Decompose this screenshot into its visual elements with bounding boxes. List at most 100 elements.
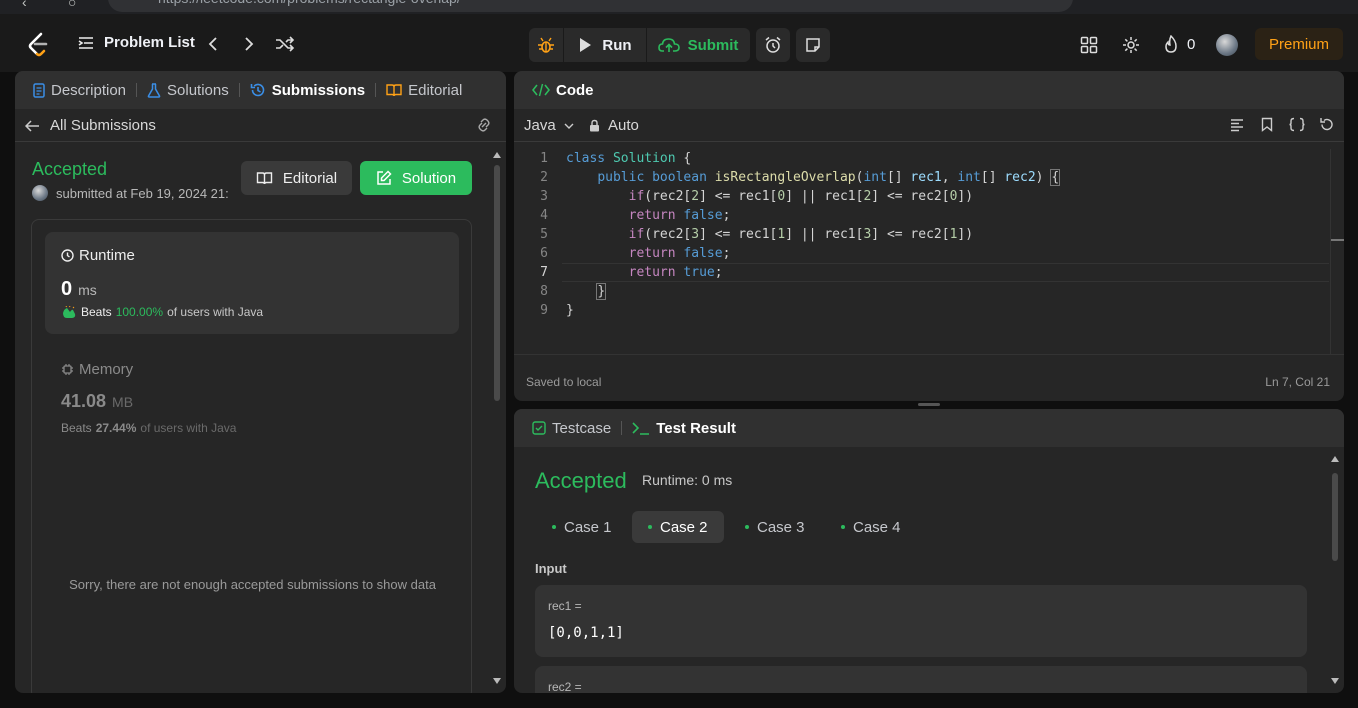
test-scroll-thumb[interactable] (1332, 473, 1338, 561)
bug-icon (538, 37, 554, 53)
bookmark-icon[interactable] (1261, 117, 1273, 132)
tab-test-result[interactable]: Test Result (626, 420, 742, 437)
streak-counter[interactable]: 0 (1163, 35, 1195, 54)
timer-button[interactable] (756, 28, 790, 62)
case-label: Case 4 (853, 518, 901, 536)
scroll-up-icon[interactable] (492, 151, 502, 159)
problem-list-link[interactable]: Problem List (78, 34, 195, 51)
memory-header: Memory (61, 361, 133, 378)
arrow-left-icon (25, 119, 39, 132)
scroll-down-icon[interactable] (1330, 677, 1340, 685)
line-number: 4 (540, 208, 548, 223)
scroll-up-icon[interactable] (1330, 455, 1340, 463)
user-avatar[interactable] (1216, 34, 1238, 56)
shuffle-icon[interactable] (275, 36, 295, 52)
memory-card[interactable]: Memory 41.08 MB Beats 27.44% of users wi… (45, 346, 459, 446)
case-tab-1[interactable]: Case 1 (536, 511, 628, 543)
document-icon (33, 82, 45, 98)
tab-solutions[interactable]: Solutions (141, 82, 235, 99)
all-submissions-label: All Submissions (50, 117, 156, 134)
case-label: Case 1 (564, 518, 612, 536)
format-icon[interactable] (1230, 118, 1244, 132)
leetcode-logo-icon[interactable] (26, 32, 50, 58)
tab-submissions[interactable]: Submissions (244, 82, 371, 99)
auto-mode-label: Auto (608, 117, 639, 134)
all-submissions-link[interactable]: All Submissions (25, 117, 156, 134)
code-line: if(rec2[3] <= rec1[1] || rec1[3] <= rec2… (628, 227, 974, 242)
case-tab-2[interactable]: Case 2 (632, 511, 724, 543)
case-label: Case 2 (660, 518, 708, 536)
left-scrollbar[interactable] (492, 151, 502, 686)
test-panel: Testcase Test Result Accepted Runtime: 0… (514, 409, 1344, 693)
tab-description[interactable]: Description (27, 82, 132, 99)
tab-testcase[interactable]: Testcase (526, 420, 617, 437)
line-number: 8 (540, 284, 548, 299)
language-select[interactable]: Java (524, 117, 574, 134)
link-icon[interactable] (475, 118, 493, 132)
panel-resize-handle[interactable] (918, 403, 940, 406)
code-line: class Solution { (566, 151, 692, 166)
case-tab-4[interactable]: Case 4 (825, 511, 917, 543)
left-scroll-thumb[interactable] (494, 165, 500, 401)
runtime-beats-suffix: of users with Java (167, 305, 264, 319)
next-problem-icon[interactable] (243, 36, 255, 52)
editorial-button[interactable]: Editorial (241, 161, 352, 195)
case-label: Case 3 (757, 518, 805, 536)
runtime-card[interactable]: Runtime 0 ms Beats 100.00% of users with… (45, 232, 459, 334)
solution-button-label: Solution (401, 169, 457, 187)
runtime-label: Runtime (79, 247, 135, 264)
book-open-icon (386, 84, 402, 97)
line-number: 3 (540, 189, 548, 204)
line-number: 7 (540, 265, 548, 280)
code-line: return false; (628, 208, 731, 223)
runtime-beats-prefix: Beats (81, 305, 112, 319)
tab-description-label: Description (51, 81, 127, 99)
memory-beats-suffix: of users with Java (140, 421, 237, 435)
refresh-icon[interactable]: ○ (68, 0, 76, 10)
submit-label: Submit (687, 36, 739, 54)
runtime-value-row: 0 ms (61, 278, 97, 301)
flame-icon (1165, 35, 1177, 53)
memory-beats-prefix: Beats (61, 421, 92, 435)
code-line: if(rec2[2] <= rec1[0] || rec1[2] <= rec2… (628, 189, 974, 204)
code-panel: Code Java Auto 1 2 3 4 5 6 7 8 9 class S… (514, 71, 1344, 401)
run-label: Run (602, 36, 632, 54)
prev-problem-icon[interactable] (207, 36, 219, 52)
scroll-down-icon[interactable] (492, 677, 502, 685)
run-button[interactable]: Run (564, 28, 646, 62)
stats-container: Runtime 0 ms Beats 100.00% of users with… (31, 219, 472, 693)
cursor-position: Ln 7, Col 21 (1265, 375, 1330, 389)
runtime-beats: Beats 100.00% of users with Java (61, 305, 263, 319)
test-scrollbar[interactable] (1330, 455, 1340, 687)
tab-submissions-label: Submissions (271, 81, 366, 99)
line-number: 9 (540, 303, 548, 318)
tab-editorial[interactable]: Editorial (380, 82, 468, 99)
memory-beats-percent: 27.44% (95, 421, 137, 435)
address-bar[interactable]: https://leetcode.com/problems/rectangle-… (108, 0, 1073, 12)
runtime-unit: ms (78, 282, 97, 298)
note-icon (806, 38, 820, 52)
reset-icon[interactable] (1319, 117, 1334, 132)
layout-grid-icon[interactable] (1080, 36, 1098, 54)
memory-unit: MB (112, 394, 134, 410)
back-icon[interactable]: ‹ (22, 0, 27, 10)
book-open-icon (256, 172, 273, 185)
tab-solutions-label: Solutions (167, 81, 229, 99)
submit-button[interactable]: Submit (647, 28, 749, 62)
edit-icon (377, 170, 392, 185)
alarm-clock-icon (765, 36, 781, 53)
auto-mode[interactable]: Auto (589, 117, 639, 134)
left-tab-bar: Description Solutions Submissions Editor… (15, 71, 506, 109)
settings-gear-icon[interactable] (1122, 36, 1140, 54)
curly-braces-icon[interactable] (1288, 117, 1306, 132)
case-tab-3[interactable]: Case 3 (729, 511, 821, 543)
submission-status: Accepted (32, 159, 108, 179)
debug-button[interactable] (529, 28, 563, 62)
notes-button[interactable] (796, 28, 830, 62)
input-label: Input (535, 561, 567, 576)
solution-button[interactable]: Solution (360, 161, 472, 195)
tab-code[interactable]: Code (526, 82, 600, 99)
premium-button[interactable]: Premium (1255, 28, 1343, 60)
memory-label: Memory (79, 361, 134, 378)
flask-icon (147, 82, 161, 98)
